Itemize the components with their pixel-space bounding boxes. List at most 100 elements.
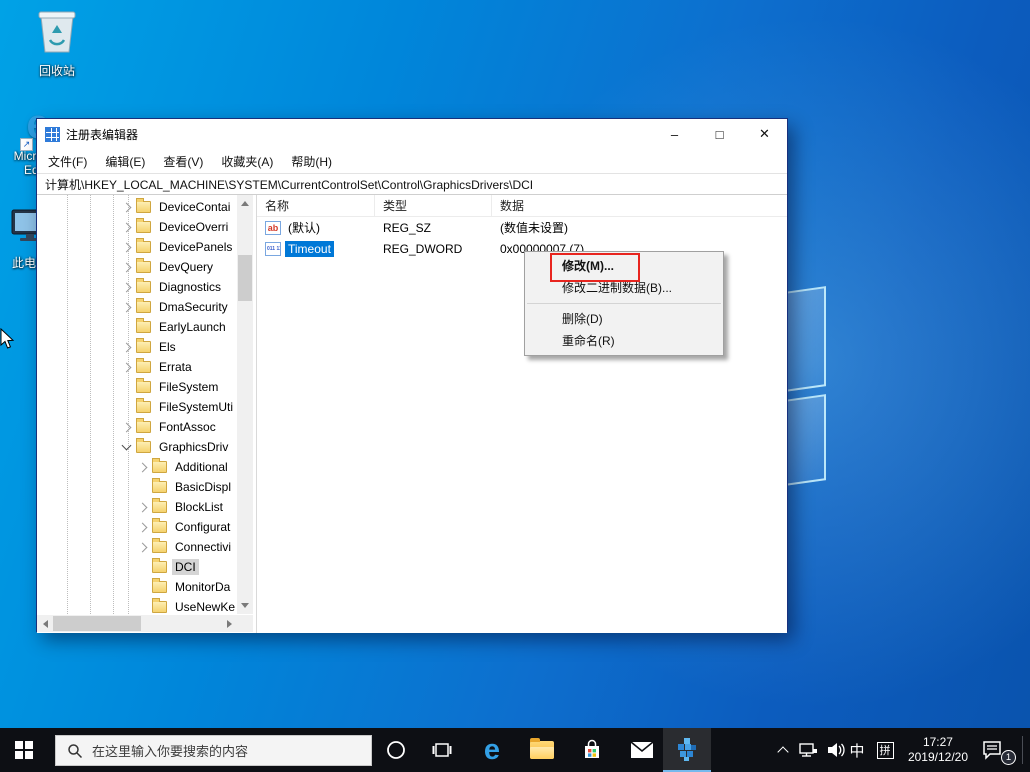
tree-node[interactable]: FontAssoc [37,417,237,437]
taskbar-registry-editor-button-active[interactable] [663,728,711,772]
menu-item[interactable]: 文件(F) [39,149,96,173]
tree-horizontal-scrollbar[interactable] [37,615,253,632]
tree-node[interactable]: Additional [37,457,237,477]
expand-chevron-icon[interactable] [121,282,132,292]
tree-node[interactable]: Errata [37,357,237,377]
tree-node[interactable]: UseNewKe [37,597,237,617]
tree-node[interactable]: DCI [37,557,237,577]
expand-chevron-icon[interactable] [121,302,132,312]
folder-icon [136,238,151,253]
taskbar-file-explorer-button[interactable] [520,728,564,772]
tree-node[interactable]: Diagnostics [37,277,237,297]
horizontal-scroll-thumb[interactable] [53,616,141,631]
mouse-cursor [0,328,15,349]
expand-chevron-icon[interactable] [121,440,132,451]
expand-chevron-icon[interactable] [137,502,148,512]
folder-icon [152,478,167,493]
address-bar[interactable]: 计算机\HKEY_LOCAL_MACHINE\SYSTEM\CurrentCon… [37,173,787,195]
tree-node[interactable]: BlockList [37,497,237,517]
list-header: 名称 类型 数据 [257,195,787,217]
tree-node[interactable]: DeviceContai [37,197,237,217]
desktop-icon-recycle-bin[interactable]: 回收站 [17,8,97,79]
expand-chevron-icon[interactable] [137,522,148,532]
start-button[interactable] [0,728,48,772]
column-header-type[interactable]: 类型 [375,195,492,216]
expand-chevron-icon[interactable] [121,342,132,352]
column-header-name[interactable]: 名称 [257,195,375,216]
ime-pinyin-indicator: 拼 [876,741,894,759]
context-menu-item[interactable]: 删除(D) [525,308,723,330]
tree-node[interactable]: FileSystem [37,377,237,397]
tree-node[interactable]: BasicDispl [37,477,237,497]
speaker-icon [827,743,845,757]
context-menu-item[interactable] [527,303,721,304]
tree-node[interactable]: FileSystemUti [37,397,237,417]
folder-icon [152,518,167,533]
value-type-icon [265,241,281,256]
notification-icon [983,741,1001,760]
ime-language-indicator: 中 [849,742,865,760]
expand-chevron-icon[interactable] [121,262,132,272]
taskbar-mail-button[interactable] [620,728,664,772]
expand-chevron-icon[interactable] [121,362,132,372]
expand-chevron-icon[interactable] [137,462,148,472]
maximize-button[interactable]: □ [697,119,742,149]
tree-node[interactable]: Connectivi [37,537,237,557]
scroll-right-button[interactable] [221,615,237,632]
tree-node[interactable]: Configurat [37,517,237,537]
context-menu-item[interactable]: 重命名(R) [525,330,723,352]
folder-icon [152,598,167,613]
tree-node[interactable]: GraphicsDriv [37,437,237,457]
minimize-button[interactable]: – [652,119,697,149]
show-desktop-separator[interactable] [1022,736,1023,764]
context-menu-item[interactable]: 修改二进制数据(B)... [525,277,723,299]
column-header-data[interactable]: 数据 [492,195,787,216]
folder-icon [136,298,151,313]
tree-vertical-scrollbar[interactable] [237,195,253,614]
folder-icon [152,578,167,593]
cortana-button[interactable] [374,728,418,772]
folder-icon [136,398,151,413]
scroll-left-button[interactable] [37,615,53,632]
tree-node[interactable]: DmaSecurity [37,297,237,317]
context-menu-item[interactable]: 修改(M)... [525,253,723,282]
taskbar-edge-button[interactable]: e [470,728,514,772]
notification-count-badge: 1 [1001,750,1016,765]
scroll-up-button[interactable] [237,195,253,212]
tray-ime-mode-button[interactable]: 拼 [871,728,899,772]
tree-node[interactable]: DeviceOverri [37,217,237,237]
task-view-button[interactable] [420,728,464,772]
tree-node[interactable]: EarlyLaunch [37,317,237,337]
menu-item[interactable]: 收藏夹(A) [212,149,282,173]
tray-ime-language-button[interactable]: 中 [843,728,871,772]
folder-icon [136,318,151,333]
taskbar-search-input[interactable]: 在这里输入你要搜索的内容 [55,735,372,766]
(默认)[interactable]: (默认) REG_SZ (数值未设置) [257,217,787,238]
tray-network-button[interactable] [793,728,823,772]
close-button[interactable]: ✕ [742,119,787,149]
title-bar[interactable]: 注册表编辑器 – □ ✕ [37,119,787,149]
expand-chevron-icon[interactable] [121,202,132,212]
tray-clock[interactable]: 17:27 2019/12/20 [908,728,968,772]
menu-item[interactable]: 编辑(E) [96,149,154,173]
folder-icon [136,258,151,273]
expand-chevron-icon[interactable] [121,422,132,432]
clock-time: 17:27 [922,735,953,749]
scroll-down-button[interactable] [237,597,253,614]
search-placeholder: 在这里输入你要搜索的内容 [92,744,249,759]
expand-chevron-icon[interactable] [121,222,132,232]
expand-chevron-icon[interactable] [121,242,132,252]
taskbar-store-button[interactable] [570,728,614,772]
menu-item[interactable]: 帮助(H) [282,149,341,173]
tree-node[interactable]: DevicePanels [37,237,237,257]
menu-item[interactable]: 查看(V) [154,149,212,173]
tree-node[interactable]: DevQuery [37,257,237,277]
expand-chevron-icon[interactable] [137,542,148,552]
tree-node[interactable]: MonitorDa [37,577,237,597]
context-menu: 修改(M)... 修改二进制数据(B)... 删除(D) 重命名(R) [524,251,724,356]
tree-node[interactable]: Els [37,337,237,357]
edge-icon: e [483,733,501,766]
cortana-icon [387,741,405,759]
desktop-icon-label: 回收站 [38,64,75,78]
vertical-scroll-thumb[interactable] [238,255,252,301]
